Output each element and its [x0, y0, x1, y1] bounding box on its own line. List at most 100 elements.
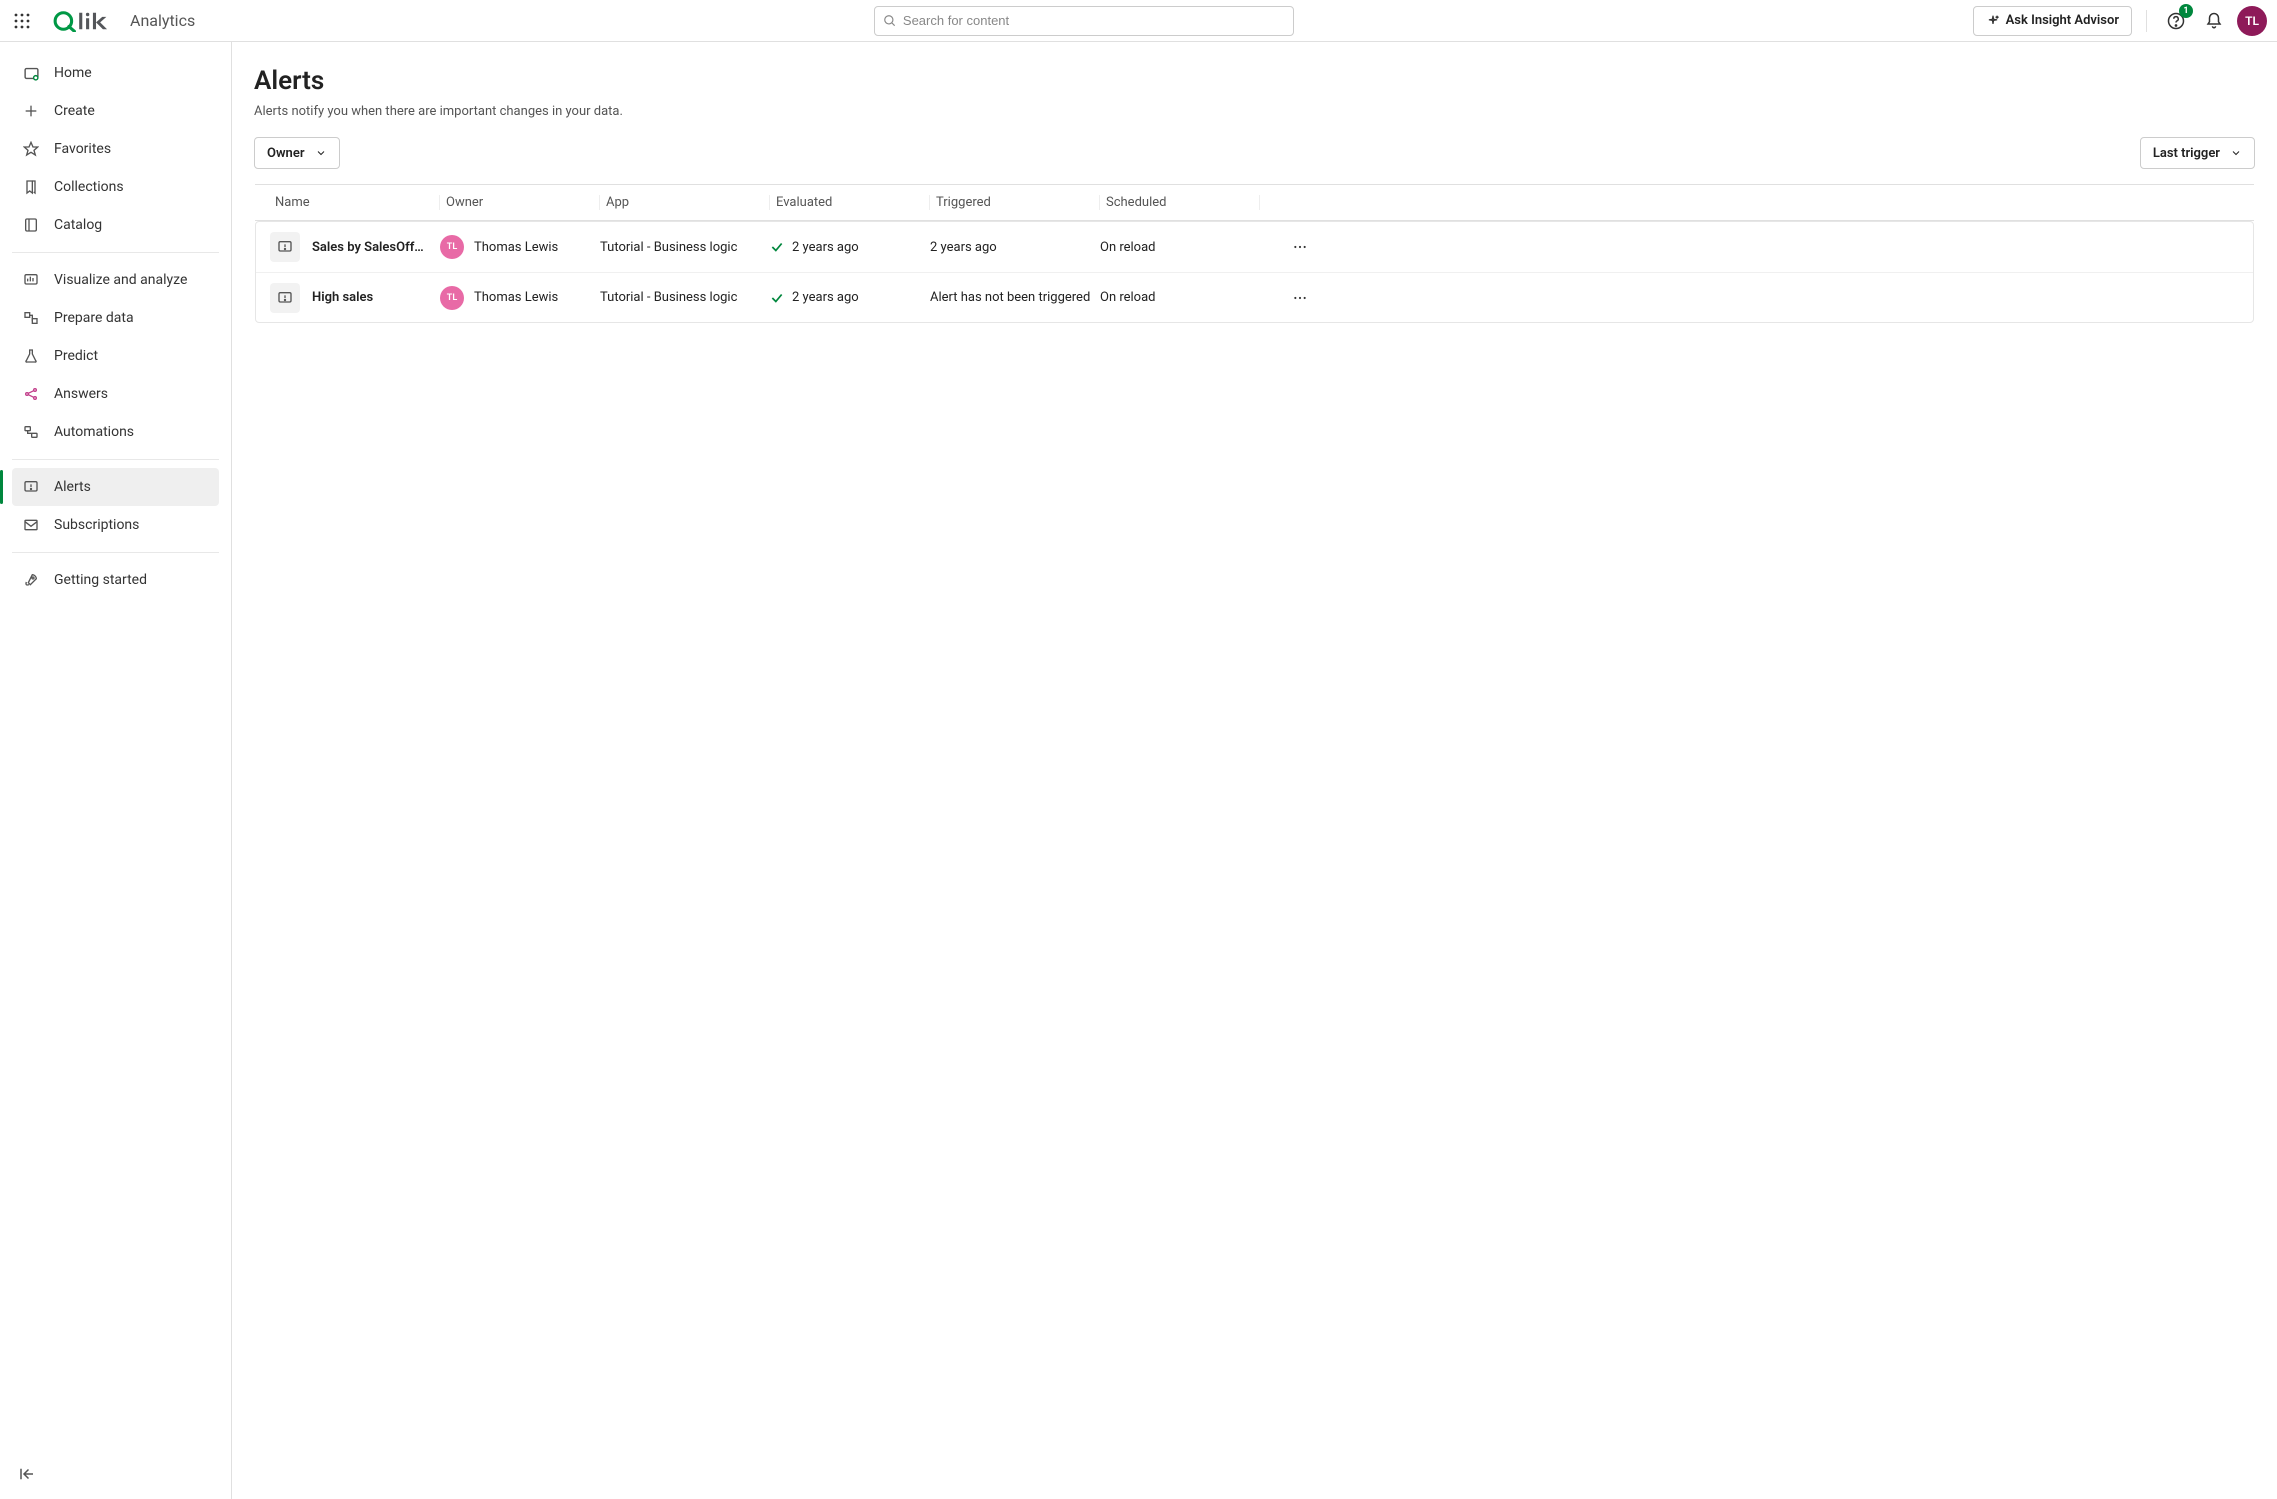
- cell-scheduled: On reload: [1100, 290, 1260, 305]
- main-content: Alerts Alerts notify you when there are …: [232, 42, 2277, 1499]
- sidebar-item-create[interactable]: Create: [12, 92, 219, 130]
- col-evaluated[interactable]: Evaluated: [769, 195, 929, 210]
- sidebar-item-label: Alerts: [54, 479, 91, 495]
- qlik-logo[interactable]: [52, 10, 116, 32]
- sidebar-item-label: Subscriptions: [54, 517, 139, 533]
- rocket-icon: [22, 571, 40, 589]
- sparkle-icon: [1986, 14, 2000, 28]
- col-name[interactable]: Name: [269, 195, 439, 210]
- sidebar-item-label: Visualize and analyze: [54, 272, 187, 288]
- cell-app: Tutorial - Business logic: [600, 290, 770, 305]
- global-search[interactable]: [874, 6, 1294, 36]
- sidebar-item-visualize[interactable]: Visualize and analyze: [12, 261, 219, 299]
- sidebar-item-predict[interactable]: Predict: [12, 337, 219, 375]
- sidebar-item-label: Create: [54, 103, 95, 119]
- ask-insight-advisor-button[interactable]: Ask Insight Advisor: [1973, 6, 2132, 36]
- owner-avatar: TL: [440, 235, 464, 259]
- col-actions: [1259, 195, 1339, 210]
- cell-app: Tutorial - Business logic: [600, 240, 770, 255]
- alert-icon: [270, 232, 300, 262]
- table-header: Name Owner App Evaluated Triggered Sched…: [255, 184, 2254, 221]
- sidebar-item-answers[interactable]: Answers: [12, 375, 219, 413]
- check-icon: [770, 240, 784, 254]
- sidebar-item-getting-started[interactable]: Getting started: [12, 561, 219, 599]
- sidebar-item-prepare[interactable]: Prepare data: [12, 299, 219, 337]
- notifications-button[interactable]: [2199, 6, 2229, 36]
- sidebar-item-favorites[interactable]: Favorites: [12, 130, 219, 168]
- cell-triggered: 2 years ago: [930, 240, 1100, 255]
- sidebar-item-label: Predict: [54, 348, 98, 364]
- bell-icon: [2205, 12, 2223, 30]
- sidebar-item-label: Favorites: [54, 141, 111, 157]
- sidebar: Home Create Favorites Collections Catalo…: [0, 42, 232, 1499]
- alerts-table: Name Owner App Evaluated Triggered Sched…: [254, 183, 2255, 324]
- app-launcher-button[interactable]: [10, 9, 34, 33]
- owner-filter-dropdown[interactable]: Owner: [254, 137, 340, 169]
- cell-name: High sales: [312, 290, 373, 305]
- row-actions-button[interactable]: [1260, 239, 1340, 255]
- collapse-sidebar-button[interactable]: [18, 1465, 42, 1489]
- search-icon: [883, 14, 897, 28]
- table-row[interactable]: Sales by SalesOff… TL Thomas Lewis Tutor…: [256, 222, 2253, 272]
- flask-icon: [22, 347, 40, 365]
- col-app[interactable]: App: [599, 195, 769, 210]
- home-icon: [22, 64, 40, 82]
- owner-avatar: TL: [440, 286, 464, 310]
- chevron-down-icon: [2230, 147, 2242, 159]
- sidebar-item-subscriptions[interactable]: Subscriptions: [12, 506, 219, 544]
- chevron-down-icon: [315, 147, 327, 159]
- sidebar-item-collections[interactable]: Collections: [12, 168, 219, 206]
- topbar: Analytics Ask Insight Advisor 1 TL: [0, 0, 2277, 42]
- check-icon: [770, 291, 784, 305]
- chart-icon: [22, 271, 40, 289]
- divider: [12, 252, 219, 253]
- table-row[interactable]: High sales TL Thomas Lewis Tutorial - Bu…: [256, 272, 2253, 322]
- sidebar-item-label: Getting started: [54, 572, 147, 588]
- more-icon: [1292, 239, 1308, 255]
- col-owner[interactable]: Owner: [439, 195, 599, 210]
- mail-icon: [22, 516, 40, 534]
- cell-triggered: Alert has not been triggered: [930, 290, 1100, 305]
- user-avatar[interactable]: TL: [2237, 6, 2267, 36]
- row-actions-button[interactable]: [1260, 290, 1340, 306]
- sidebar-item-label: Automations: [54, 424, 134, 440]
- col-triggered[interactable]: Triggered: [929, 195, 1099, 210]
- search-input[interactable]: [903, 13, 1285, 28]
- sidebar-item-label: Prepare data: [54, 310, 134, 326]
- cell-name: Sales by SalesOff…: [312, 240, 424, 255]
- sidebar-item-label: Home: [54, 65, 92, 81]
- sidebar-item-label: Collections: [54, 179, 124, 195]
- col-scheduled[interactable]: Scheduled: [1099, 195, 1259, 210]
- divider: [12, 459, 219, 460]
- answers-icon: [22, 385, 40, 403]
- bookmark-icon: [22, 178, 40, 196]
- alert-icon: [22, 478, 40, 496]
- brand-subtitle: Analytics: [130, 11, 195, 30]
- sidebar-item-automations[interactable]: Automations: [12, 413, 219, 451]
- owner-filter-label: Owner: [267, 146, 305, 161]
- divider: [2146, 10, 2147, 32]
- sidebar-item-label: Answers: [54, 386, 108, 402]
- sort-dropdown[interactable]: Last trigger: [2140, 137, 2255, 169]
- cell-scheduled: On reload: [1100, 240, 1260, 255]
- sidebar-item-catalog[interactable]: Catalog: [12, 206, 219, 244]
- help-button[interactable]: 1: [2161, 6, 2191, 36]
- cell-owner: Thomas Lewis: [474, 290, 558, 305]
- page-title: Alerts: [254, 66, 2255, 96]
- more-icon: [1292, 290, 1308, 306]
- grid-icon: [14, 13, 30, 29]
- catalog-icon: [22, 216, 40, 234]
- collapse-icon: [18, 1465, 36, 1483]
- sidebar-item-alerts[interactable]: Alerts: [12, 468, 219, 506]
- alert-icon: [270, 283, 300, 313]
- cell-evaluated: 2 years ago: [792, 290, 859, 305]
- plus-icon: [22, 102, 40, 120]
- prepare-icon: [22, 309, 40, 327]
- sidebar-item-home[interactable]: Home: [12, 54, 219, 92]
- cell-evaluated: 2 years ago: [792, 240, 859, 255]
- sidebar-item-label: Catalog: [54, 217, 102, 233]
- divider: [12, 552, 219, 553]
- star-icon: [22, 140, 40, 158]
- help-badge: 1: [2179, 4, 2193, 18]
- cell-owner: Thomas Lewis: [474, 240, 558, 255]
